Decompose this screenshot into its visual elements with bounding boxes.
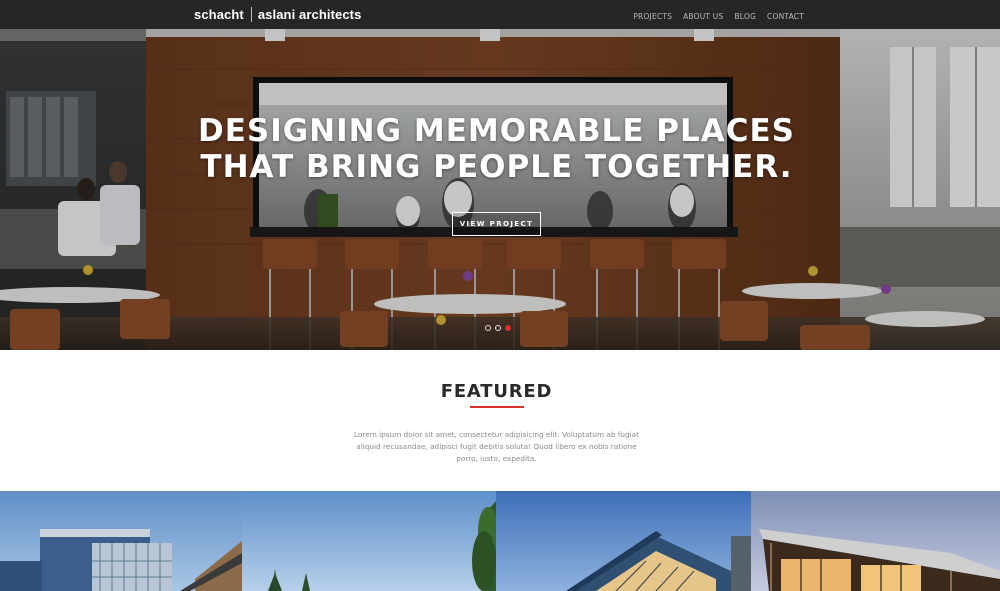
project-tile-2[interactable] [242,491,496,591]
nav-link-about-us[interactable]: ABOUT US [683,12,723,21]
project-tile-4[interactable] [751,491,1000,591]
hero-overlay [0,29,1000,350]
logo-divider [250,7,252,22]
slider-dot-3[interactable] [505,325,511,331]
slider-dots [485,325,511,331]
site-logo[interactable]: schacht aslani architects [194,6,361,23]
hero-title-line1: DESIGNING MEMORABLE PLACES [197,113,796,149]
featured-description: Lorem ipsum dolor sit amet, consectetur … [353,430,640,463]
top-navbar: schacht aslani architects PROJECTS ABOUT… [0,0,1000,29]
main-nav: PROJECTS ABOUT US BLOG CONTACT [633,0,804,29]
slider-dot-1[interactable] [485,325,491,331]
hero-title-line2: THAT BRING PEOPLE TOGETHER. [200,149,793,185]
project-tiles [0,491,1000,591]
project-tile-1[interactable] [0,491,242,591]
logo-text-left: schacht [194,7,244,22]
pavilion-at-dusk-photo [751,491,1000,591]
nav-link-contact[interactable]: CONTACT [767,12,804,21]
slider-dot-2[interactable] [495,325,501,331]
featured-section: FEATURED Lorem ipsum dolor sit amet, con… [0,350,1000,491]
featured-underline [470,406,524,408]
glass-office-building-photo [0,491,242,591]
hero-slider: DESIGNING MEMORABLE PLACES THAT BRING PE… [0,29,1000,350]
hero-title: DESIGNING MEMORABLE PLACES THAT BRING PE… [0,113,993,185]
nav-link-projects[interactable]: PROJECTS [633,12,672,21]
modern-facade-photo [496,491,751,591]
featured-heading: FEATURED [440,381,553,402]
nav-link-blog[interactable]: BLOG [734,12,756,21]
trees-and-sky-photo [242,491,496,591]
project-tile-3[interactable] [496,491,751,591]
view-project-button[interactable]: VIEW PROJECT [452,212,541,236]
logo-text-right: aslani architects [257,7,362,22]
